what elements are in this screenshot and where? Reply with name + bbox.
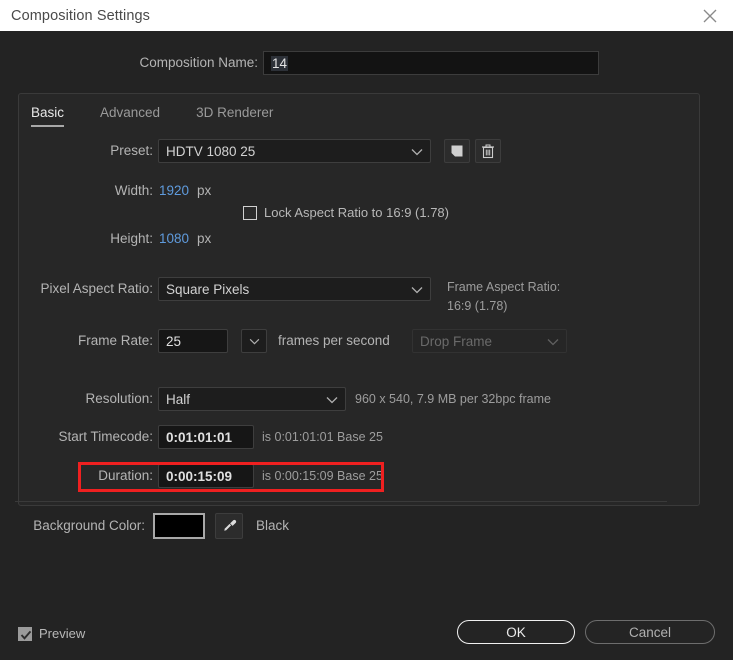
frame-rate-label: Frame Rate: [77, 333, 153, 348]
background-color-swatch[interactable] [153, 513, 205, 539]
trash-icon[interactable] [475, 139, 501, 163]
cancel-button[interactable]: Cancel [585, 620, 715, 644]
duration-info: is 0:00:15:09 Base 25 [262, 469, 383, 483]
dialog-body: Composition Name: 14 Basic Advanced 3D R… [0, 31, 733, 660]
composition-name-value: 14 [271, 55, 289, 71]
width-unit: px [197, 183, 212, 198]
eyedropper-icon[interactable] [215, 513, 243, 539]
dialog-footer: Preview OK Cancel [0, 614, 733, 660]
resolution-label: Resolution: [85, 391, 153, 406]
chevron-down-icon [411, 282, 423, 297]
frame-aspect-ratio-value: 16:9 (1.78) [447, 299, 508, 313]
lock-aspect-label: Lock Aspect Ratio to 16:9 (1.78) [264, 205, 449, 220]
pixel-aspect-ratio-row: Pixel Aspect Ratio: Square Pixels Frame … [19, 277, 701, 313]
resolution-select[interactable]: Half [158, 387, 346, 411]
frames-per-second-label: frames per second [278, 333, 390, 348]
section-divider [15, 501, 667, 502]
ok-button[interactable]: OK [457, 620, 575, 644]
title-bar: Composition Settings [0, 0, 733, 31]
settings-panel: Basic Advanced 3D Renderer Preset: HDTV … [18, 93, 700, 506]
tab-advanced[interactable]: Advanced [100, 103, 160, 127]
start-timecode-label: Start Timecode: [58, 429, 153, 444]
pixel-aspect-ratio-value: Square Pixels [166, 281, 250, 297]
checkbox-box [18, 626, 32, 641]
preview-label: Preview [39, 626, 86, 641]
composition-name-row: Composition Name: 14 [0, 51, 733, 75]
duration-input[interactable]: 0:00:15:09 [158, 464, 254, 488]
start-timecode-row: Start Timecode: 0:01:01:01 is 0:01:01:01… [19, 425, 701, 449]
preset-select[interactable]: HDTV 1080 25 [158, 139, 431, 163]
lock-aspect-checkbox[interactable]: Lock Aspect Ratio to 16:9 (1.78) [243, 205, 449, 220]
lock-aspect-row: Lock Aspect Ratio to 16:9 (1.78) [19, 204, 701, 228]
preset-value: HDTV 1080 25 [166, 143, 256, 159]
height-value[interactable]: 1080 [159, 227, 189, 251]
start-timecode-info: is 0:01:01:01 Base 25 [262, 430, 383, 444]
preview-checkbox[interactable]: Preview [18, 626, 85, 641]
composition-settings-dialog: Composition Settings Composition Name: 1… [0, 0, 733, 660]
chevron-down-icon [411, 144, 423, 159]
tab-3d-renderer[interactable]: 3D Renderer [196, 103, 273, 127]
pixel-aspect-ratio-label: Pixel Aspect Ratio: [40, 281, 153, 296]
composition-name-input[interactable]: 14 [263, 51, 599, 75]
resolution-row: Resolution: Half 960 x 540, 7.9 MB per 3… [19, 387, 701, 411]
width-label: Width: [114, 183, 153, 198]
height-unit: px [197, 231, 212, 246]
tab-basic[interactable]: Basic [31, 103, 65, 127]
tab-bar: Basic Advanced 3D Renderer [31, 103, 309, 127]
checkbox-box [243, 205, 257, 220]
width-value[interactable]: 1920 [159, 179, 189, 203]
chevron-down-icon [547, 334, 559, 349]
background-color-name: Black [256, 518, 290, 533]
chevron-down-icon [326, 392, 338, 407]
background-color-row: Background Color: Black [0, 513, 733, 539]
frame-rate-dropdown-button[interactable] [241, 329, 267, 353]
save-preset-icon[interactable] [444, 139, 470, 163]
frame-rate-row: Frame Rate: 25 frames per second Drop Fr… [19, 329, 701, 353]
drop-frame-value: Drop Frame [420, 333, 493, 349]
composition-name-label: Composition Name: [139, 55, 258, 70]
pixel-aspect-ratio-select[interactable]: Square Pixels [158, 277, 431, 301]
preset-row: Preset: HDTV 1080 25 [19, 139, 701, 163]
resolution-info: 960 x 540, 7.9 MB per 32bpc frame [355, 392, 551, 406]
duration-label: Duration: [98, 468, 153, 483]
frame-rate-input[interactable]: 25 [158, 329, 228, 353]
start-timecode-input[interactable]: 0:01:01:01 [158, 425, 254, 449]
close-icon[interactable] [687, 0, 733, 31]
height-row: Height: 1080 px [19, 227, 701, 251]
background-color-label: Background Color: [33, 518, 145, 533]
duration-row: Duration: 0:00:15:09 is 0:00:15:09 Base … [19, 464, 701, 488]
resolution-value: Half [166, 391, 191, 407]
window-title: Composition Settings [11, 7, 151, 24]
height-label: Height: [110, 231, 153, 246]
width-row: Width: 1920 px [19, 179, 701, 203]
preset-label: Preset: [110, 143, 153, 158]
drop-frame-select: Drop Frame [412, 329, 567, 353]
